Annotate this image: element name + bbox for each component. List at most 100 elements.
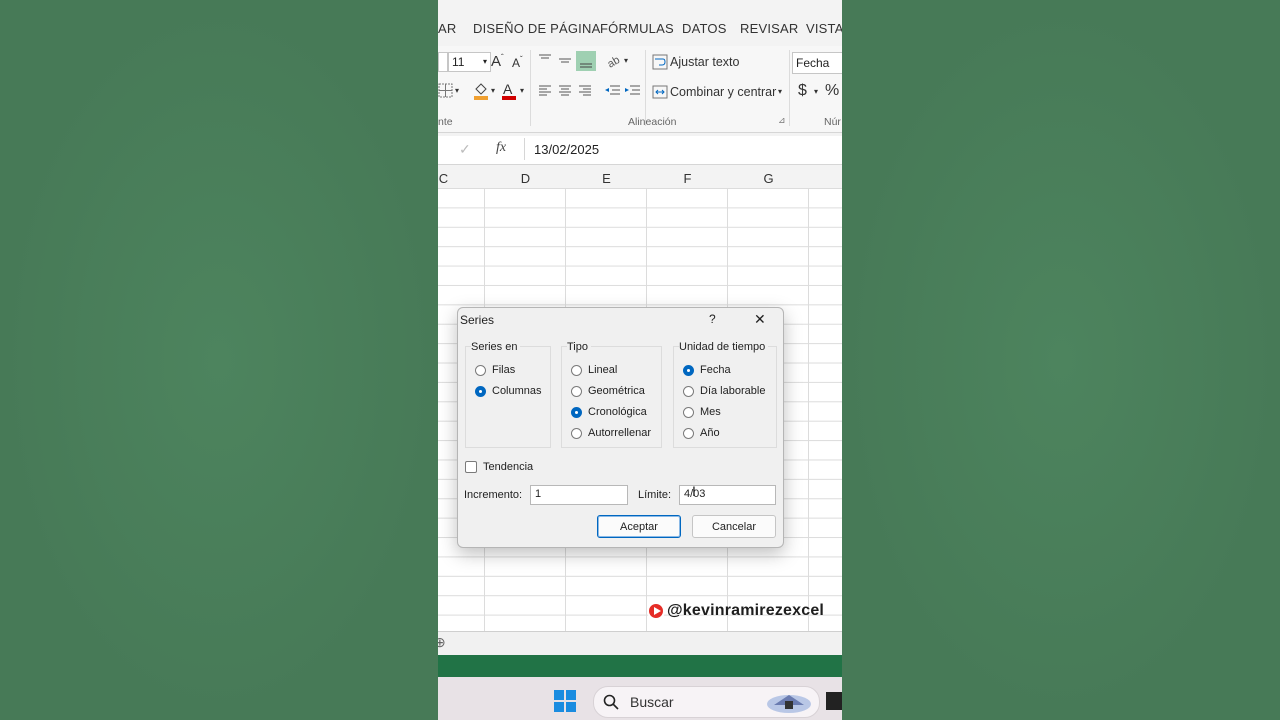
orientation-icon[interactable]: ab [606,53,624,69]
decrease-font-icon[interactable]: Aˇ [512,55,523,70]
tab-vista[interactable]: VISTA [806,21,842,36]
radio-icon [683,406,694,418]
chevron-down-icon[interactable]: ▾ [778,87,782,96]
trend-checkbox[interactable]: Tendencia [465,459,533,475]
font-size-box[interactable]: 11 ▾ [448,52,491,72]
font-color-icon[interactable]: A [500,81,518,101]
increment-label: Incremento: [464,489,523,501]
ribbon-separator [789,50,790,126]
radio-geometrica[interactable]: Geométrica [571,383,645,399]
radio-mes[interactable]: Mes [683,404,721,420]
radio-filas-label: Filas [492,364,516,376]
radio-fecha[interactable]: Fecha [683,362,731,378]
windows-start-icon[interactable] [554,690,576,712]
align-center-icon[interactable] [557,83,573,99]
group-label-number: Núr [824,116,841,128]
tab-formulas[interactable]: FÓRMULAS [600,21,674,36]
column-header-c[interactable]: C [438,171,484,186]
group-label-alignment: Alineación [628,116,677,128]
percent-button[interactable]: % [825,82,839,100]
check-icon[interactable]: ✓ [459,141,471,158]
ok-button-label: Aceptar [620,520,658,533]
tab-revisar[interactable]: REVISAR [740,21,798,36]
formula-input[interactable]: 13/02/2025 [534,142,599,157]
radio-columnas-label: Columnas [492,385,542,397]
increase-indent-icon[interactable] [624,83,642,99]
chevron-down-icon[interactable]: ▾ [624,56,628,65]
radio-ano[interactable]: Año [683,425,720,441]
currency-button[interactable]: $ [798,82,807,100]
font-name-box[interactable] [438,52,448,72]
radio-geometrica-label: Geométrica [588,385,645,397]
close-button[interactable]: ✕ [754,311,766,328]
ribbon-separator [645,50,646,126]
cancel-button[interactable]: Cancelar [692,515,776,538]
borders-icon[interactable] [438,83,454,99]
increment-input[interactable]: 1 [530,485,628,505]
taskbar-app-icon[interactable] [826,692,842,710]
ribbon-tabs: AR DISEÑO DE PÁGINA FÓRMULAS DATOS REVIS… [438,0,842,50]
tab-diseno-pagina[interactable]: DISEÑO DE PÁGINA [473,21,600,36]
insert-function-button[interactable]: fx [496,140,506,156]
radio-icon [683,427,694,439]
chevron-down-icon[interactable]: ▾ [491,86,495,95]
radio-fecha-label: Fecha [700,364,731,376]
radio-dia-laborable[interactable]: Día laborable [683,383,765,399]
merge-center-button[interactable]: Combinar y centrar [670,85,776,99]
tab-insertar[interactable]: AR [438,21,456,36]
checkbox-icon [465,461,477,473]
radio-selected-icon [475,385,486,397]
group-label-font: nte [438,116,453,128]
dialog-title: Series [460,313,495,327]
formula-bar: ✓ fx 13/02/2025 [438,136,842,165]
number-format-value: Fecha [796,56,830,70]
radio-cronologica-label: Cronológica [588,406,647,418]
ribbon: 11 ▾ Aˆ Aˇ ▾ ▾ A ▾ nte ab ▾ Ajustar texto… [438,46,842,133]
radio-icon [571,427,582,439]
tab-datos[interactable]: DATOS [682,21,727,36]
decrease-indent-icon[interactable] [604,83,622,99]
radio-lineal[interactable]: Lineal [571,362,617,378]
radio-icon [475,364,486,376]
chevron-down-icon[interactable]: ▾ [814,87,818,96]
column-header-e[interactable]: E [566,171,647,186]
merge-center-icon[interactable] [652,84,668,100]
blurred-background-left [0,0,438,720]
watermark-text: @kevinramirezexcel [667,602,825,619]
number-format-box[interactable]: Fecha [792,52,842,74]
type-legend: Tipo [567,341,591,353]
radio-cronologica[interactable]: Cronológica [571,404,647,420]
font-size-value: 11 [452,55,465,69]
cancel-button-label: Cancelar [711,520,757,533]
text-cursor-icon: I [692,483,696,499]
align-middle-icon[interactable] [557,52,573,68]
fill-color-icon[interactable] [472,81,490,101]
radio-columnas[interactable]: Columnas [475,383,542,399]
align-left-icon[interactable] [537,83,553,99]
ok-button[interactable]: Aceptar [597,515,681,538]
taskbar-search-box[interactable]: Buscar [593,686,820,718]
column-header-f[interactable]: F [647,171,728,186]
wrap-text-icon[interactable] [652,54,668,70]
align-right-icon[interactable] [577,83,593,99]
wrap-text-button[interactable]: Ajustar texto [670,55,739,69]
radio-autorrellenar[interactable]: Autorrellenar [571,425,651,441]
column-header-g[interactable]: G [728,171,809,186]
align-bottom-button[interactable] [576,51,596,71]
chevron-down-icon[interactable]: ▾ [520,86,524,95]
column-header-d[interactable]: D [485,171,566,186]
search-highlight-icon [767,695,811,713]
align-top-icon[interactable] [537,52,553,68]
radio-filas[interactable]: Filas [475,362,515,378]
add-sheet-icon[interactable]: ⊕ [438,634,446,651]
divider [524,138,525,160]
dialog-launcher-icon[interactable]: ⊿ [778,115,786,126]
chevron-down-icon: ▾ [482,57,487,66]
help-button[interactable]: ? [709,312,716,326]
chevron-down-icon[interactable]: ▾ [455,86,459,95]
date-unit-legend: Unidad de tiempo [679,341,769,353]
increase-font-icon[interactable]: Aˆ [491,53,504,70]
watermark: @kevinramirezexcel [647,602,824,620]
radio-lineal-label: Lineal [588,364,618,376]
series-dialog: Series ? ✕ Series en Filas Columnas Tipo… [457,307,784,548]
